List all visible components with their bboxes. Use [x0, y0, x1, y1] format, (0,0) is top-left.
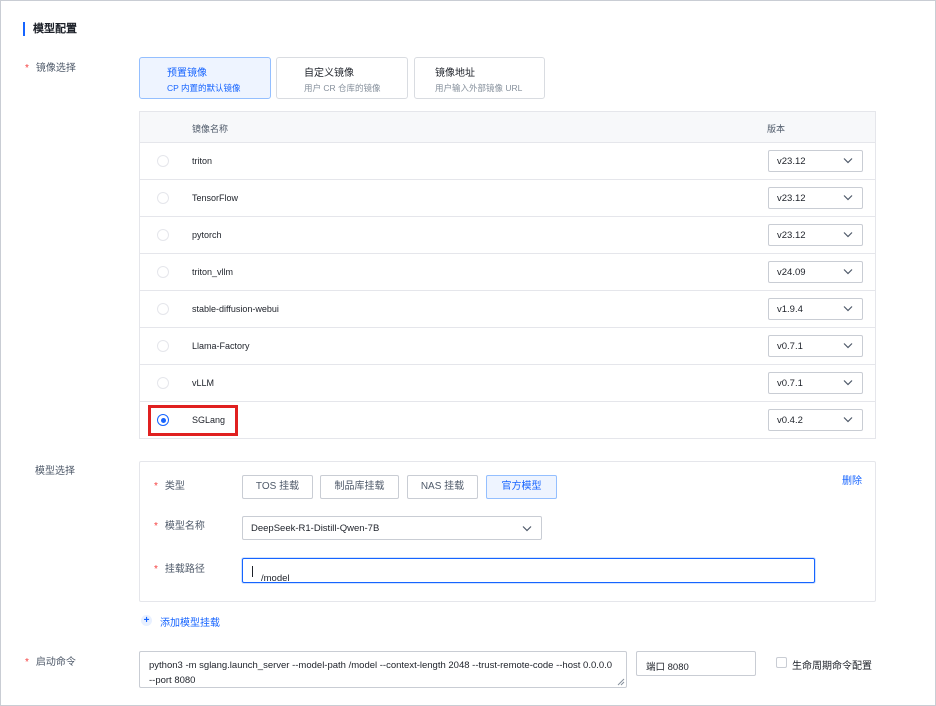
version-select[interactable]: v1.9.4: [768, 298, 863, 320]
version-select[interactable]: v0.7.1: [768, 372, 863, 394]
image-table: 镜像名称 版本 triton v23.12 TensorFlow v23.12 …: [139, 111, 876, 439]
model-select-label: 模型选择: [35, 466, 75, 477]
table-row[interactable]: TensorFlow v23.12: [140, 180, 875, 217]
chevron-down-icon: [843, 343, 853, 349]
image-select-label: * 镜像选择: [25, 63, 76, 74]
row-radio[interactable]: [157, 155, 169, 167]
chevron-down-icon: [843, 380, 853, 386]
tab-custom-image[interactable]: 自定义镜像 用户 CR 仓库的镜像: [276, 57, 408, 99]
version-select[interactable]: v23.12: [768, 187, 863, 209]
image-name: TensorFlow: [192, 193, 239, 203]
table-row[interactable]: stable-diffusion-webui v1.9.4: [140, 291, 875, 328]
model-name-select[interactable]: DeepSeek-R1-Distill-Qwen-7B: [242, 516, 542, 540]
type-official-model-button[interactable]: 官方模型: [486, 475, 557, 499]
mount-path-label: * 挂载路径: [154, 564, 205, 575]
chevron-down-icon: [843, 158, 853, 164]
row-radio[interactable]: [157, 266, 169, 278]
column-version: 版本: [767, 124, 786, 134]
chevron-down-icon: [522, 526, 532, 532]
table-row[interactable]: pytorch v23.12: [140, 217, 875, 254]
mount-path-input[interactable]: /model: [242, 558, 815, 584]
model-name-label: * 模型名称: [154, 521, 205, 532]
image-name: Llama-Factory: [192, 341, 250, 351]
launch-command-textarea[interactable]: python3 -m sglang.launch_server --model-…: [139, 651, 627, 688]
chevron-down-icon: [843, 269, 853, 275]
chevron-down-icon: [843, 306, 853, 312]
version-select[interactable]: v24.09: [768, 261, 863, 283]
version-select[interactable]: v23.12: [768, 150, 863, 172]
type-artifact-mount-button[interactable]: 制品库挂载: [320, 475, 399, 499]
table-row[interactable]: triton_vllm v24.09: [140, 254, 875, 291]
type-nas-mount-button[interactable]: NAS 挂载: [407, 475, 478, 499]
section-title: 模型配置: [23, 22, 77, 36]
lifecycle-checkbox[interactable]: [776, 657, 787, 668]
tab-preset-image[interactable]: 预置镜像 CP 内置的默认镜像: [139, 57, 271, 99]
launch-command-label: * 启动命令: [25, 657, 76, 668]
image-name: triton_vllm: [192, 267, 234, 277]
table-row[interactable]: Llama-Factory v0.7.1: [140, 328, 875, 365]
lifecycle-checkbox-label[interactable]: 生命周期命令配置: [792, 657, 872, 672]
image-name: pytorch: [192, 230, 222, 240]
image-name: stable-diffusion-webui: [192, 304, 279, 314]
image-name: vLLM: [192, 378, 215, 388]
table-row[interactable]: triton v23.12: [140, 143, 875, 180]
version-select[interactable]: v23.12: [768, 224, 863, 246]
delete-link[interactable]: 删除: [842, 472, 862, 487]
row-radio[interactable]: [157, 303, 169, 315]
chevron-down-icon: [843, 417, 853, 423]
type-label: * 类型: [154, 481, 185, 492]
type-tos-mount-button[interactable]: TOS 挂载: [242, 475, 313, 499]
plus-icon[interactable]: +: [141, 615, 152, 626]
model-mount-card: * 类型 TOS 挂载 制品库挂载 NAS 挂载 官方模型 删除 * 模型名称 De…: [139, 461, 876, 602]
resize-handle-icon[interactable]: [617, 678, 625, 686]
row-radio-checked[interactable]: [157, 414, 169, 426]
row-radio[interactable]: [157, 192, 169, 204]
row-radio[interactable]: [157, 229, 169, 241]
column-image-name: 镜像名称: [192, 124, 229, 134]
table-row-selected[interactable]: SGLang v0.4.2: [140, 402, 875, 439]
text-cursor: [252, 566, 253, 577]
version-select[interactable]: v0.4.2: [768, 409, 863, 431]
row-radio[interactable]: [157, 377, 169, 389]
tab-image-url[interactable]: 镜像地址 用户输入外部镜像 URL: [414, 57, 545, 99]
image-name: triton: [192, 156, 213, 166]
table-header: 镜像名称 版本: [140, 112, 875, 143]
add-model-mount-link[interactable]: 添加模型挂载: [160, 614, 220, 629]
model-config-panel: 模型配置 * 镜像选择 预置镜像 CP 内置的默认镜像 自定义镜像 用户 CR 仓…: [0, 0, 936, 706]
row-radio[interactable]: [157, 340, 169, 352]
port-input[interactable]: 端口 8080: [636, 651, 756, 676]
table-row[interactable]: vLLM v0.7.1: [140, 365, 875, 402]
version-select[interactable]: v0.7.1: [768, 335, 863, 357]
chevron-down-icon: [843, 195, 853, 201]
chevron-down-icon: [843, 232, 853, 238]
image-name: SGLang: [192, 415, 226, 425]
